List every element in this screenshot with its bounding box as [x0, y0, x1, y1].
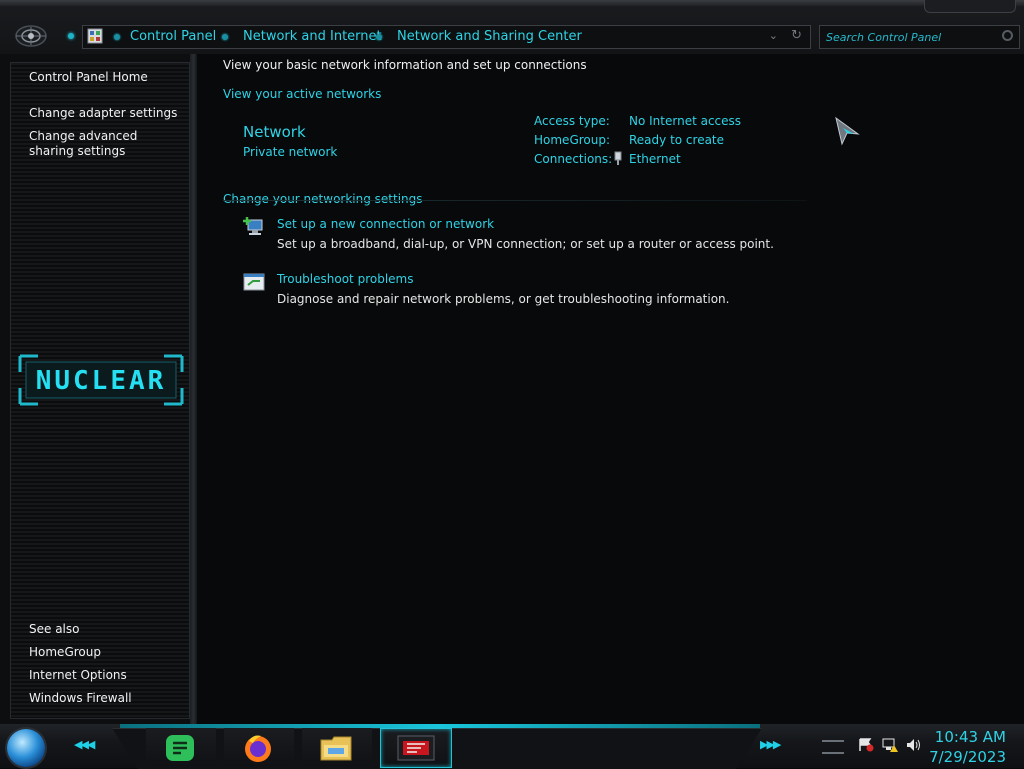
network-name[interactable]: Network [243, 123, 306, 141]
action-center-flag-icon[interactable] [858, 738, 874, 752]
taskbar: ◀◀◀ ▶▶▶ 10:43 AM 7/29/2023 [0, 724, 1024, 769]
ethernet-connection-link[interactable]: Ethernet [629, 152, 681, 166]
back-arrow-icon [15, 25, 47, 47]
control-panel-icon [87, 28, 103, 44]
refresh-icon[interactable]: ↻ [791, 28, 802, 43]
search-box[interactable] [819, 25, 1020, 49]
clock-date[interactable]: 7/29/2023 [929, 748, 1006, 766]
internet-options-link[interactable]: Internet Options [29, 668, 179, 683]
troubleshoot-problems-link[interactable]: Troubleshoot problems [277, 272, 413, 286]
breadcrumb-separator [114, 34, 120, 40]
connections-label: Connections: [534, 152, 613, 166]
homegroup-label: HomeGroup: [534, 133, 611, 147]
change-networking-settings-heading: Change your networking settings [223, 192, 423, 206]
main-content: View your basic network information and … [197, 54, 1024, 724]
change-advanced-sharing-settings-link[interactable]: Change advanced sharing settings [29, 129, 179, 159]
search-icon[interactable] [1002, 30, 1013, 41]
change-adapter-settings-link[interactable]: Change adapter settings [29, 106, 179, 121]
access-type-value: No Internet access [629, 114, 742, 128]
breadcrumb-network-and-internet[interactable]: Network and Internet [243, 29, 382, 44]
pane-splitter[interactable] [190, 54, 197, 724]
ethernet-icon [614, 151, 622, 165]
notes-app-icon [166, 735, 194, 761]
address-bar[interactable]: Control Panel Network and Internet Netwo… [82, 25, 811, 49]
taskbar-firefox[interactable] [224, 728, 294, 766]
firefox-icon [245, 735, 271, 762]
control-panel-home-link[interactable]: Control Panel Home [29, 70, 179, 85]
recent-pages-indicator[interactable] [68, 33, 74, 39]
taskbar-ornament-left: ◀◀◀ [74, 738, 95, 751]
active-networks-heading: View your active networks [223, 87, 382, 101]
taskbar-file-explorer[interactable] [302, 728, 372, 766]
homegroup-link[interactable]: HomeGroup [29, 645, 179, 660]
window-frame-ornament [924, 0, 1016, 13]
breadcrumb-network-and-sharing-center[interactable]: Network and Sharing Center [397, 29, 582, 44]
breadcrumb-separator[interactable] [222, 34, 228, 40]
show-hidden-icons-button[interactable] [822, 740, 844, 754]
breadcrumb-control-panel[interactable]: Control Panel [130, 29, 216, 44]
troubleshoot-problems-description: Diagnose and repair network problems, or… [277, 292, 730, 306]
setup-new-connection-link[interactable]: Set up a new connection or network [277, 217, 494, 231]
section-divider [223, 200, 807, 201]
logo-frame-icon: NUCLEAR [18, 354, 184, 406]
active-window-thumbnail-icon [397, 735, 435, 761]
new-connection-icon[interactable] [243, 216, 265, 236]
back-forward-button[interactable] [14, 24, 48, 48]
logo-text: NUCLEAR [36, 366, 167, 396]
taskbar-active-window[interactable] [380, 728, 452, 768]
file-explorer-icon [320, 736, 352, 761]
mouse-cursor-icon [835, 116, 860, 146]
volume-icon[interactable] [906, 738, 922, 752]
clock-time[interactable]: 10:43 AM [935, 728, 1006, 746]
taskbar-ornament-right: ▶▶▶ [760, 738, 781, 751]
start-button[interactable] [7, 729, 45, 767]
setup-new-connection-description: Set up a broadband, dial-up, or VPN conn… [277, 237, 774, 251]
window-frame-top [0, 0, 1024, 6]
navigation-pane: Control Panel Home Change adapter settin… [0, 54, 197, 724]
page-title: View your basic network information and … [223, 58, 587, 72]
address-toolbar: Control Panel Network and Internet Netwo… [0, 0, 1024, 54]
taskbar-notes-app[interactable] [146, 728, 216, 766]
breadcrumb-separator[interactable] [376, 34, 382, 40]
nuclear-theme-logo: NUCLEAR [16, 352, 186, 408]
search-input[interactable] [824, 28, 1000, 46]
windows-firewall-link[interactable]: Windows Firewall [29, 691, 179, 706]
homegroup-status-link[interactable]: Ready to create [629, 133, 724, 147]
network-category-link[interactable]: Private network [243, 145, 337, 159]
troubleshoot-icon[interactable] [243, 272, 265, 292]
see-also-heading: See also [29, 622, 80, 636]
network-no-internet-icon[interactable] [882, 738, 898, 752]
access-type-label: Access type: [534, 114, 610, 128]
address-history-dropdown-icon[interactable]: ⌄ [769, 29, 778, 42]
